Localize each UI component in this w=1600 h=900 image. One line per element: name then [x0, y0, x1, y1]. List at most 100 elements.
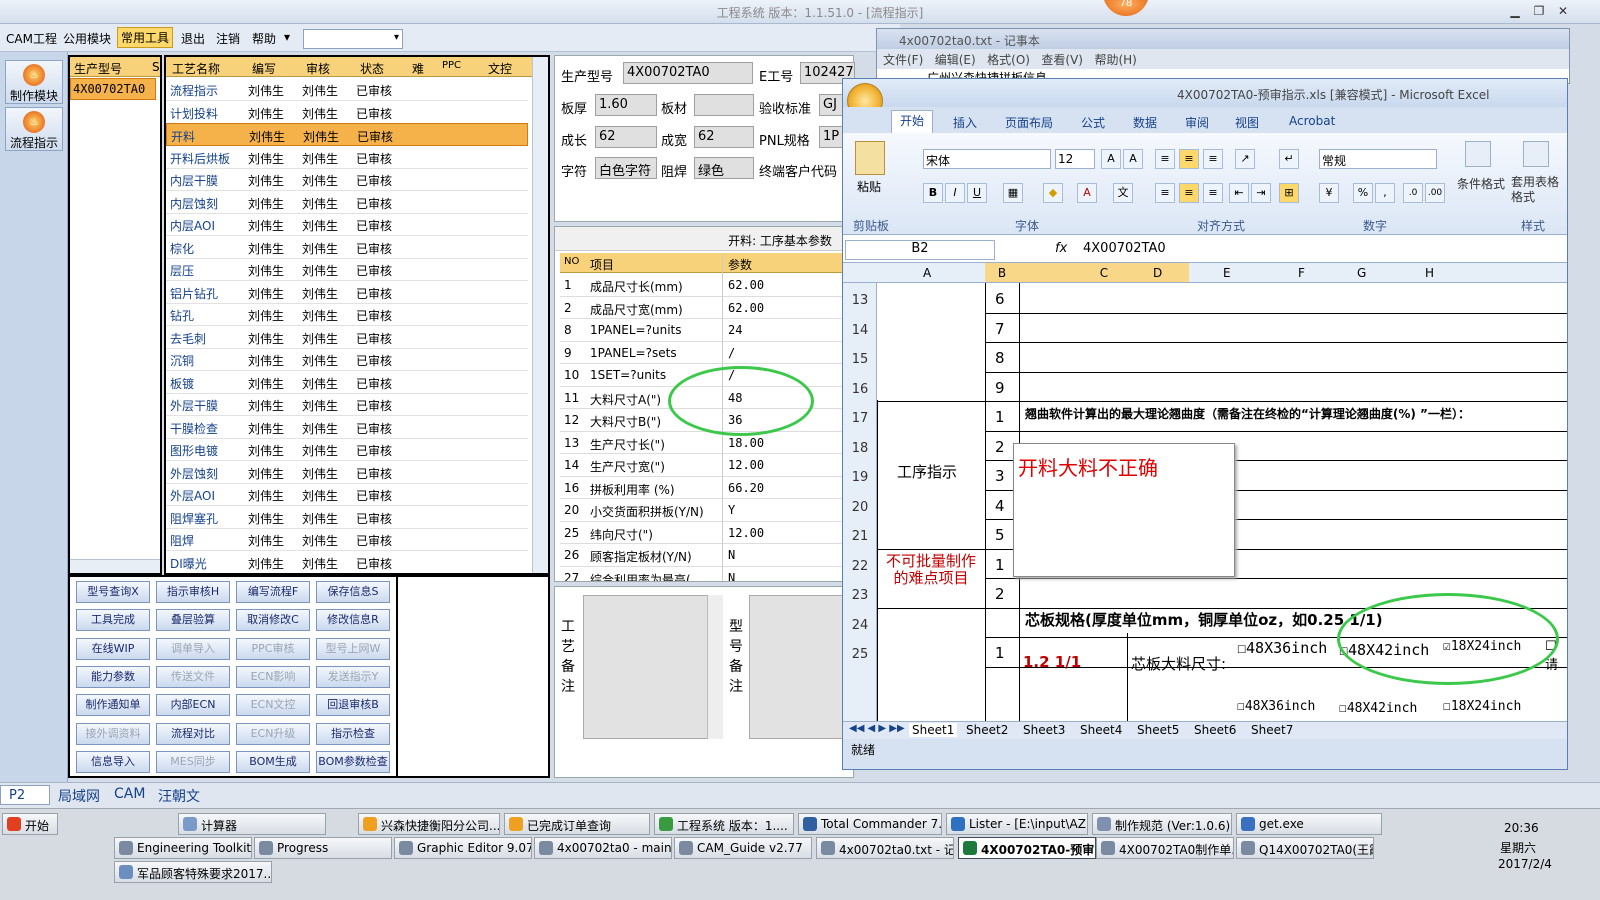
- taskbar-item[interactable]: Total Commander 7.0 ...: [798, 813, 942, 835]
- menu-public[interactable]: 公用模块: [63, 30, 111, 47]
- char-field[interactable]: 白色字符: [595, 157, 657, 179]
- wrap-text-icon[interactable]: ↵: [1279, 149, 1299, 169]
- taskbar-item[interactable]: 4X00702TA0-预审...: [958, 837, 1096, 859]
- indent-decrease-icon[interactable]: ⇤: [1229, 183, 1249, 203]
- size-option-2b[interactable]: ☐48X42inch: [1339, 701, 1417, 716]
- increase-decimal-icon[interactable]: .0: [1403, 183, 1423, 203]
- model-field[interactable]: 4X00702TA0: [623, 62, 753, 84]
- align-right-icon[interactable]: ≡: [1203, 183, 1223, 203]
- taskbar-item[interactable]: 4X00702TA0制作单....: [1096, 837, 1234, 859]
- mask-field[interactable]: 绿色: [694, 157, 754, 179]
- action-button[interactable]: 传送文件: [156, 665, 230, 688]
- taskbar-item[interactable]: get.exe: [1236, 813, 1382, 835]
- param-row[interactable]: 14 生产尺寸宽(") 12.00: [560, 454, 853, 477]
- action-button[interactable]: 编写流程F: [236, 581, 310, 603]
- action-button[interactable]: 制作通知单: [76, 694, 150, 717]
- table-row[interactable]: 图形电镀 刘伟生 刘伟生 已审核: [166, 438, 528, 461]
- table-row[interactable]: 外层蚀刻 刘伟生 刘伟生 已审核: [166, 461, 528, 484]
- cell-b[interactable]: 8: [995, 349, 1005, 367]
- row-number[interactable]: 14: [843, 323, 877, 338]
- table-row[interactable]: 内层AOI 刘伟生 刘伟生 已审核: [166, 213, 528, 236]
- name-box[interactable]: B2: [845, 240, 995, 260]
- toolbar-combo[interactable]: ▾: [303, 29, 403, 49]
- border-icon[interactable]: ▦: [1003, 183, 1023, 203]
- indent-increase-icon[interactable]: ⇥: [1251, 183, 1271, 203]
- row-number[interactable]: 24: [843, 618, 877, 633]
- table-row[interactable]: 阻焊 刘伟生 刘伟生 已审核: [166, 528, 528, 551]
- make-module-button[interactable]: ♨ 制作模块: [5, 60, 63, 104]
- cell-b[interactable]: 3: [995, 467, 1005, 485]
- length-field[interactable]: 62: [595, 126, 657, 148]
- start-button[interactable]: 开始: [2, 813, 58, 835]
- action-button[interactable]: MES同步: [156, 750, 230, 773]
- font-size-select[interactable]: 12: [1055, 149, 1095, 169]
- param-row[interactable]: 2 成品尺寸宽(mm) 62.00: [560, 297, 853, 319]
- row-number[interactable]: 13: [843, 293, 877, 308]
- fill-color-icon[interactable]: ◆: [1043, 183, 1063, 203]
- menu-tools[interactable]: 常用工具: [117, 27, 174, 48]
- vertical-scrollbar[interactable]: [707, 595, 723, 739]
- formula-input[interactable]: 4X00702TA0: [1083, 241, 1166, 256]
- action-button[interactable]: 型号查询X: [76, 581, 150, 603]
- phonetic-icon[interactable]: 文: [1113, 183, 1133, 203]
- param-row[interactable]: 16 拼板利用率 (%) 66.20: [560, 477, 853, 499]
- menu-exit[interactable]: 退出: [181, 30, 205, 47]
- grow-font-icon[interactable]: A: [1101, 149, 1121, 169]
- core-size-label[interactable]: 芯板大料尺寸:: [1131, 653, 1226, 674]
- process-remark-input[interactable]: [583, 595, 723, 739]
- row-number[interactable]: 20: [843, 500, 877, 515]
- merge-icon[interactable]: ⊞: [1279, 183, 1299, 203]
- taskbar-item[interactable]: Engineering Toolkit 9....: [114, 837, 252, 859]
- cell-b[interactable]: 1: [995, 644, 1005, 662]
- maximize-button[interactable]: ❐: [1528, 2, 1550, 20]
- cell-b[interactable]: 7: [995, 320, 1005, 338]
- model-list-item[interactable]: 4X00702TA0: [70, 78, 156, 100]
- action-button[interactable]: ECN文控: [236, 694, 310, 717]
- param-row[interactable]: 1 成品尺寸长(mm) 62.00: [560, 274, 853, 297]
- action-button[interactable]: BOM参数检查: [316, 750, 390, 773]
- size-option-1[interactable]: ☐48X36inch: [1237, 639, 1327, 657]
- action-button[interactable]: 接外调资料: [76, 722, 150, 745]
- cell-b[interactable]: 4: [995, 497, 1005, 515]
- hard-items-label[interactable]: 不可批量制作的难点项目: [879, 553, 983, 587]
- param-row[interactable]: 27 综合利用率为最高(... N: [560, 567, 853, 582]
- vertical-scrollbar[interactable]: [532, 57, 548, 573]
- action-button[interactable]: 型号上网W: [316, 637, 390, 660]
- row-number[interactable]: 15: [843, 352, 877, 367]
- cell-b[interactable]: 1: [995, 556, 1005, 574]
- orientation-icon[interactable]: ↗: [1235, 149, 1255, 169]
- taskbar-item[interactable]: 4x00702ta0.txt - 记...: [816, 837, 954, 859]
- action-button[interactable]: PPC审核: [236, 637, 310, 660]
- action-button[interactable]: 流程对比: [156, 722, 230, 745]
- taskbar-item[interactable]: 计算器: [178, 813, 326, 835]
- sheet-tab[interactable]: Sheet5: [1137, 723, 1179, 737]
- table-row[interactable]: 开料 刘伟生 刘伟生 已审核: [166, 123, 528, 146]
- italic-button[interactable]: I: [945, 183, 965, 203]
- param-row[interactable]: 26 顾客指定板材(Y/N) N: [560, 544, 853, 567]
- table-row[interactable]: 计划投料 刘伟生 刘伟生 已审核: [166, 101, 528, 124]
- table-row[interactable]: 钻孔 刘伟生 刘伟生 已审核: [166, 303, 528, 326]
- action-button[interactable]: 指示审核H: [156, 581, 230, 603]
- taskbar-item[interactable]: 4x00702ta0 - main_qa: [534, 837, 672, 859]
- table-row[interactable]: 干膜检查 刘伟生 刘伟生 已审核: [166, 416, 528, 439]
- chevron-down-icon[interactable]: ▾: [284, 30, 290, 44]
- fx-icon[interactable]: fx: [1055, 241, 1067, 256]
- menu-logout[interactable]: 注销: [216, 30, 240, 47]
- table-row[interactable]: 外层干膜 刘伟生 刘伟生 已审核: [166, 393, 528, 416]
- table-row[interactable]: 铝片钻孔 刘伟生 刘伟生 已审核: [166, 281, 528, 304]
- currency-icon[interactable]: ¥: [1319, 183, 1339, 203]
- row-number[interactable]: 22: [843, 559, 877, 574]
- sheet-tab[interactable]: Sheet7: [1251, 723, 1293, 737]
- taskbar-item[interactable]: 已完成订单查询: [504, 813, 650, 835]
- cell-b[interactable]: 2: [995, 585, 1005, 603]
- sheet-tab[interactable]: Sheet4: [1080, 723, 1122, 737]
- taskbar-item[interactable]: 制作规范 (Ver:1.0.6): [1092, 813, 1232, 835]
- action-button[interactable]: 在线WIP: [76, 637, 150, 660]
- core-spec-title[interactable]: 芯板规格(厚度单位mm，铜厚单位oz，如0.25 1/1): [1025, 609, 1383, 630]
- table-row[interactable]: 棕化 刘伟生 刘伟生 已审核: [166, 236, 528, 259]
- font-color-icon[interactable]: A: [1077, 183, 1097, 203]
- row-number[interactable]: 17: [843, 411, 877, 426]
- menu-cam[interactable]: CAM工程: [6, 30, 57, 47]
- align-left-icon[interactable]: ≡: [1155, 183, 1175, 203]
- align-center-icon[interactable]: ≡: [1179, 183, 1199, 203]
